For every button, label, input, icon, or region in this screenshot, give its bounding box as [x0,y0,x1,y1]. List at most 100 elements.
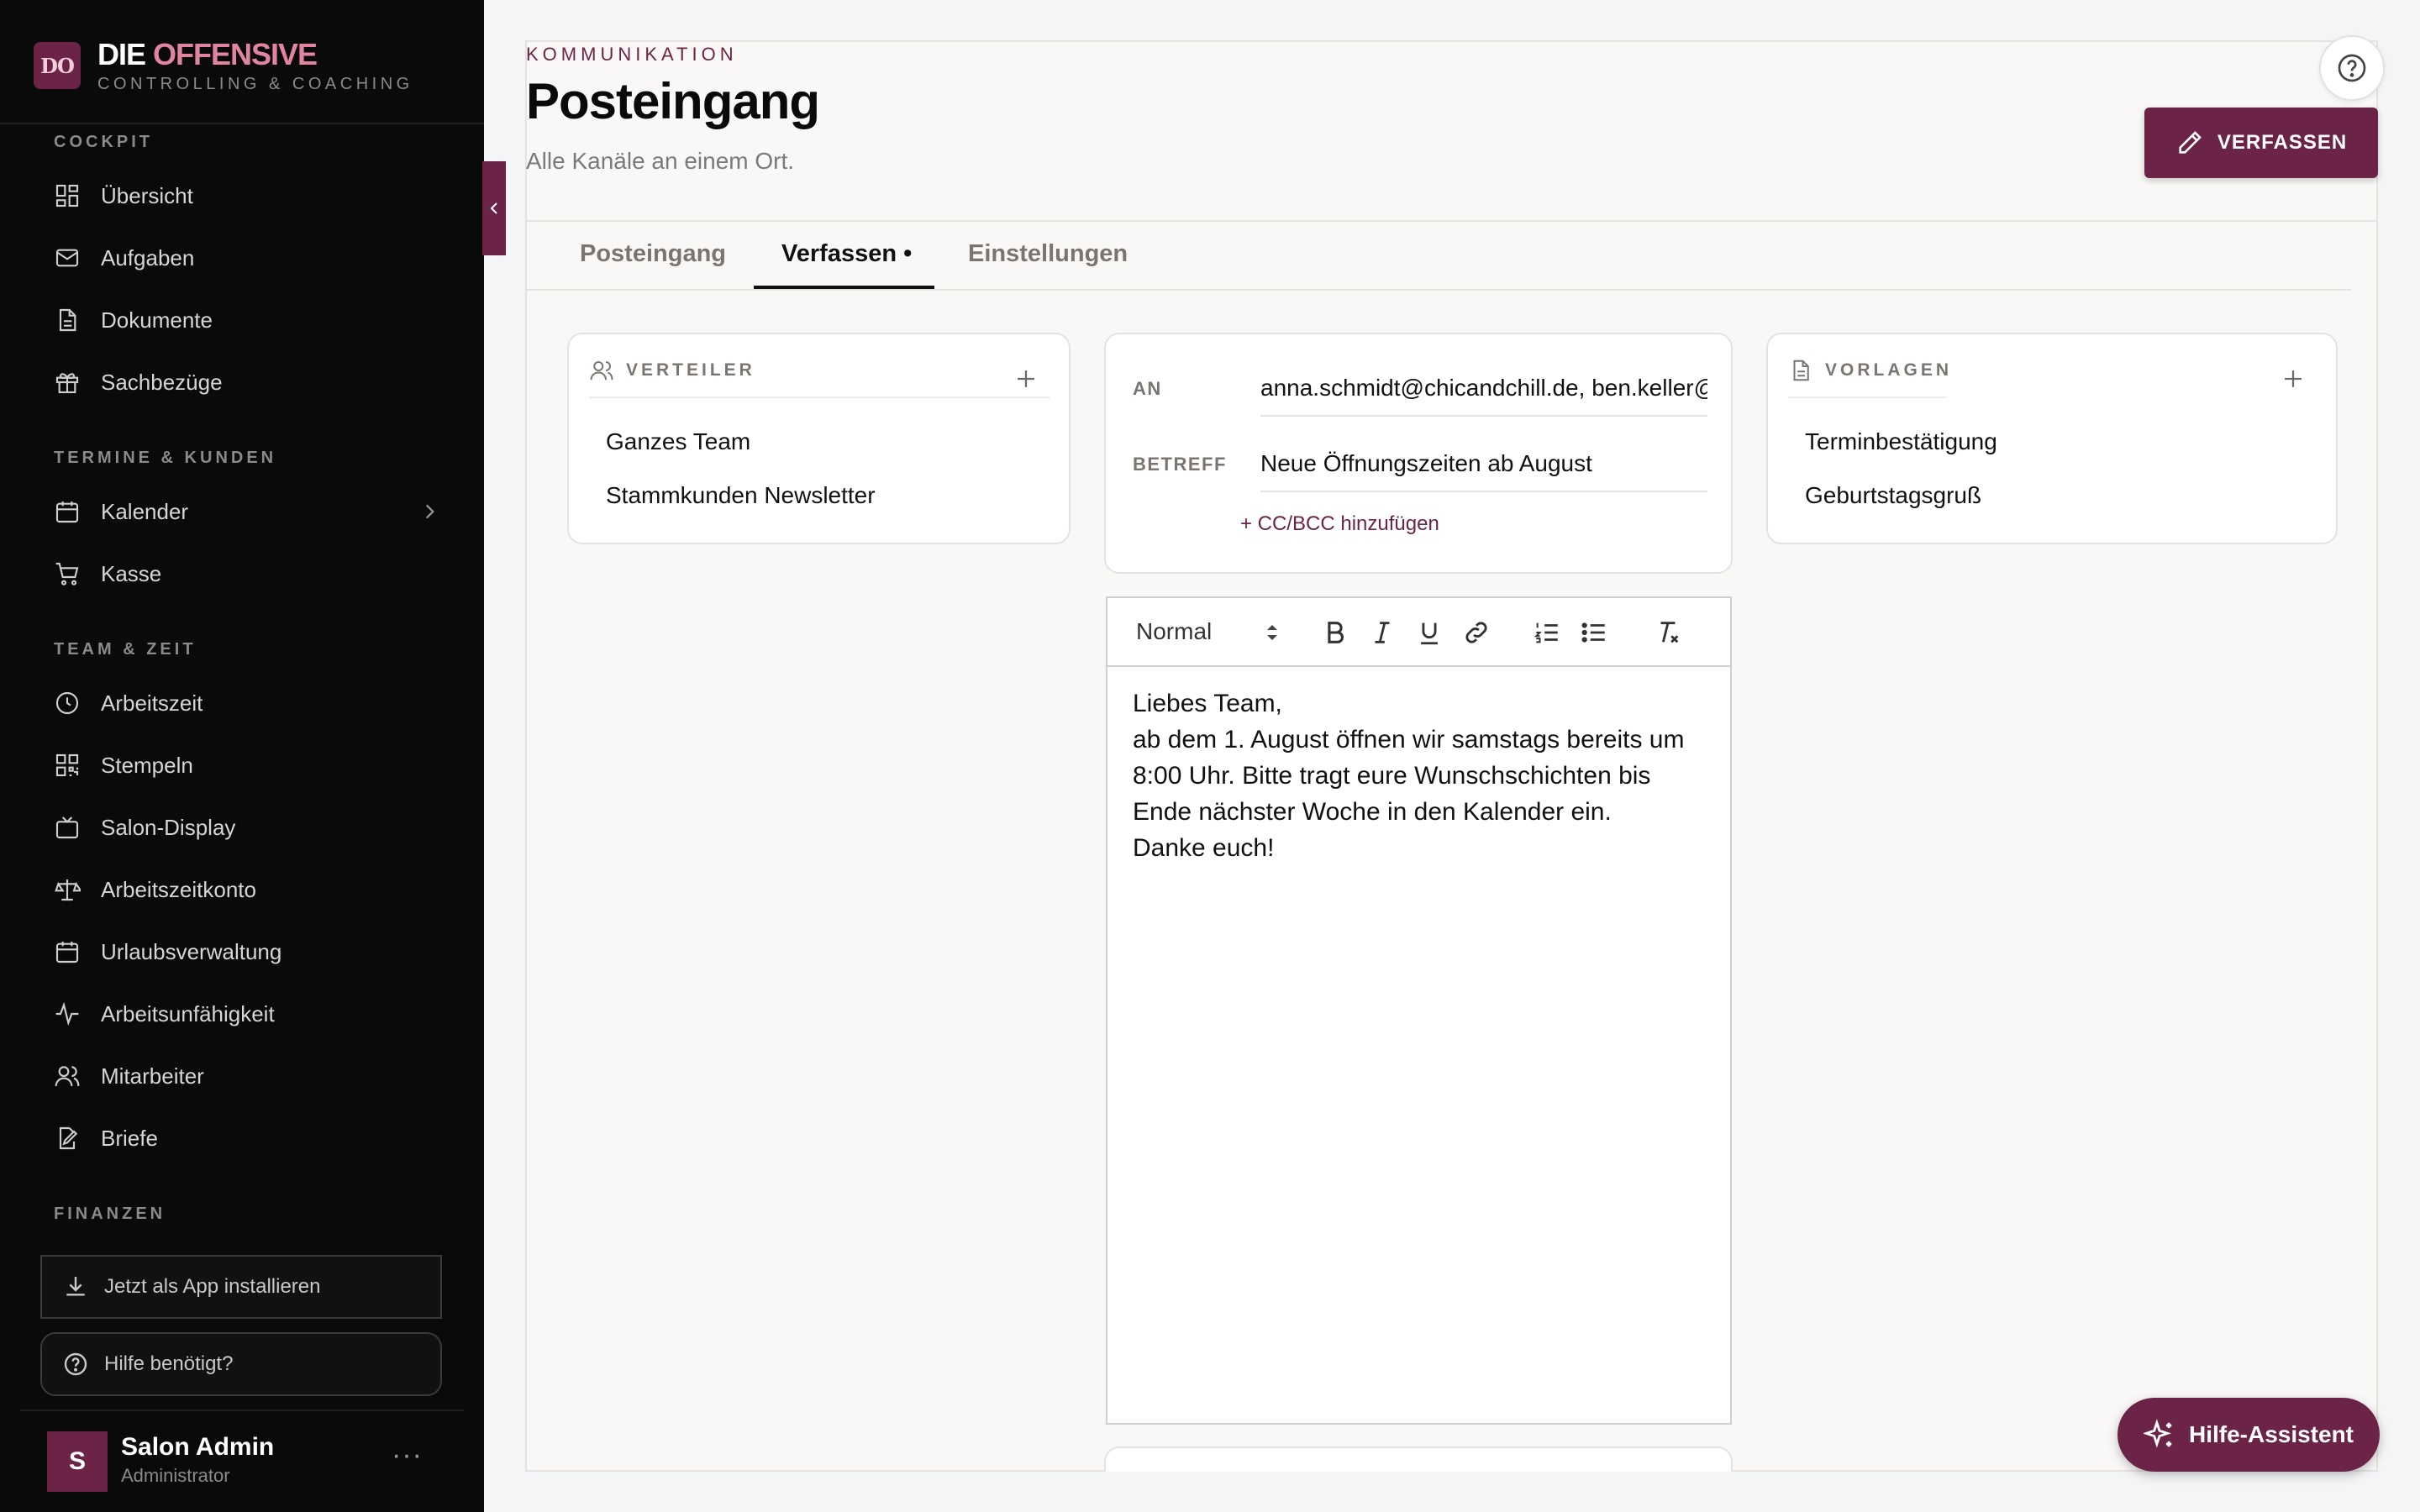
sidebar-item-mitarbeiter[interactable]: Mitarbeiter [54,1053,440,1100]
brand-name-part2: OFFENSIVE [153,36,318,71]
help-circle-icon [2338,54,2366,82]
to-underline [1260,415,1707,417]
sidebar-item-label: Urlaubsverwaltung [101,938,282,964]
select-arrows-icon[interactable] [1264,620,1281,645]
subject-input[interactable]: Neue Öffnungszeiten ab August [1260,450,1707,477]
sidebar-item-label: Salon-Display [101,814,236,840]
sidebar-item-label: Kalender [101,498,189,524]
help-assistant-button[interactable]: Hilfe-Assistent [2118,1398,2380,1472]
distribution-item-team[interactable]: Ganzes Team [606,428,750,455]
bold-icon[interactable] [1321,618,1349,647]
scale-icon [55,879,81,901]
sidebar-item-kasse[interactable]: Kasse [54,550,440,597]
rich-text-editor: Normal Liebes Team, ab dem 1. August öff… [1106,596,1732,1425]
add-template-icon[interactable] [2279,365,2307,393]
template-item-appointment[interactable]: Terminbestätigung [1805,428,1997,455]
brand-divider [0,123,484,124]
sidebar-item-briefe[interactable]: Briefe [54,1115,440,1162]
to-input[interactable]: anna.schmidt@chicandchill.de, ben.keller… [1260,375,1707,402]
compose-button[interactable]: VERFASSEN [2144,108,2378,178]
template-item-birthday[interactable]: Geburtstagsgruß [1805,482,1981,509]
nav-section-team: TEAM & ZEIT [54,640,197,659]
user-role: Administrator [121,1465,230,1486]
sparkles-icon [2143,1419,2172,1448]
brand-logo: DO [34,42,81,89]
sidebar-item-label: Stempeln [101,752,193,778]
editor-body[interactable]: Liebes Team, ab dem 1. August öffnen wir… [1133,685,1712,866]
grid-icon [55,184,79,207]
sidebar-item-arbeitszeitkonto[interactable]: Arbeitszeitkonto [54,866,440,913]
calendar-icon [55,501,79,523]
pencil-icon [2179,131,2202,154]
nav-section-termine: TERMINE & KUNDEN [54,449,277,467]
sidebar-item-dokumente[interactable]: Dokumente [54,297,440,344]
brand-name-part1: DIE [97,36,146,71]
more-options-icon[interactable]: ··· [392,1441,425,1472]
distribution-item-newsletter[interactable]: Stammkunden Newsletter [606,482,876,509]
cart-icon [55,562,79,585]
sidebar-item-arbeitsunfaehigkeit[interactable]: Arbeitsunfähigkeit [54,990,440,1037]
add-cc-bcc-link[interactable]: + CC/BCC hinzufügen [1240,512,1439,536]
card-divider [589,396,1050,398]
sidebar-item-label: Arbeitszeitkonto [101,876,256,902]
bullet-list-icon[interactable] [1580,618,1608,647]
distribution-card: VERTEILER Ganzes Team Stammkunden Newsle… [567,333,1071,544]
editor-line: Danke euch! [1133,834,1275,862]
help-button[interactable] [2319,35,2385,101]
page-subtitle: Alle Kanäle an einem Ort. [526,148,795,174]
nav-section-cockpit: COCKPIT [54,133,153,151]
brand[interactable]: DO DIE OFFENSIVE CONTROLLING & COACHING [34,36,413,94]
underline-icon[interactable] [1415,618,1444,647]
users-icon [55,1066,80,1087]
editor-line: ab dem 1. August öffnen wir samstags ber… [1133,726,1685,826]
tab-einstellungen[interactable]: Einstellungen [968,240,1128,268]
add-distribution-icon[interactable] [1012,365,1040,393]
sidebar-item-label: Kasse [101,560,162,586]
chevron-right-icon [425,504,434,519]
user-name: Salon Admin [121,1433,275,1461]
sidebar-item-label: Arbeitsunfähigkeit [101,1000,275,1026]
install-app-button[interactable]: Jetzt als App installieren [40,1255,442,1319]
sidebar-item-aufgaben[interactable]: Aufgaben [54,234,440,281]
tab-verfassen[interactable]: Verfassen • [781,240,912,268]
sidebar-item-uebersicht[interactable]: Übersicht [54,172,440,219]
tab-bar: Posteingang Verfassen • Einstellungen [526,223,2351,291]
header-divider [527,220,2376,222]
editor-toolbar: Normal [1107,598,1730,667]
tab-posteingang[interactable]: Posteingang [580,240,726,268]
compose-fields-card: AN anna.schmidt@chicandchill.de, ben.kel… [1104,333,1733,574]
sidebar-item-stempeln[interactable]: Stempeln [54,742,440,789]
sidebar-item-kalender[interactable]: Kalender [54,488,440,535]
sidebar-item-label: Mitarbeiter [101,1063,204,1089]
brand-name: DIE OFFENSIVE [97,36,413,71]
sidebar-item-salon-display[interactable]: Salon-Display [54,804,440,851]
sidebar-item-label: Dokumente [101,307,213,333]
sidebar-item-label: Briefe [101,1125,158,1151]
collapse-sidebar-button[interactable] [482,161,506,255]
tv-icon [55,816,79,839]
mail-icon [55,249,79,267]
italic-icon[interactable] [1368,618,1397,647]
distribution-header: VERTEILER [589,358,755,383]
avatar[interactable]: S [47,1431,108,1492]
help-assistant-label: Hilfe-Assistent [2188,1421,2354,1447]
link-icon[interactable] [1462,618,1491,647]
help-needed-button[interactable]: Hilfe benötigt? [40,1332,442,1396]
to-label: AN [1133,378,1162,399]
clear-format-icon[interactable] [1654,618,1682,647]
download-icon [66,1277,85,1296]
ordered-list-icon[interactable] [1533,618,1561,647]
document-icon [1793,360,1809,381]
users-icon [590,361,613,381]
sidebar-item-sachbezuege[interactable]: Sachbezüge [54,359,440,406]
brand-text: DIE OFFENSIVE CONTROLLING & COACHING [97,36,413,94]
sidebar-item-urlaubsverwaltung[interactable]: Urlaubsverwaltung [54,928,440,975]
sidebar-item-arbeitszeit[interactable]: Arbeitszeit [54,680,440,727]
calendar-icon [55,942,79,963]
format-select[interactable]: Normal [1136,618,1212,645]
pen-document-icon [59,1126,78,1150]
chevron-left-icon [490,202,497,214]
sidebar-item-label: Arbeitszeit [101,690,203,716]
user-divider [20,1410,464,1411]
activity-icon [55,1001,79,1026]
